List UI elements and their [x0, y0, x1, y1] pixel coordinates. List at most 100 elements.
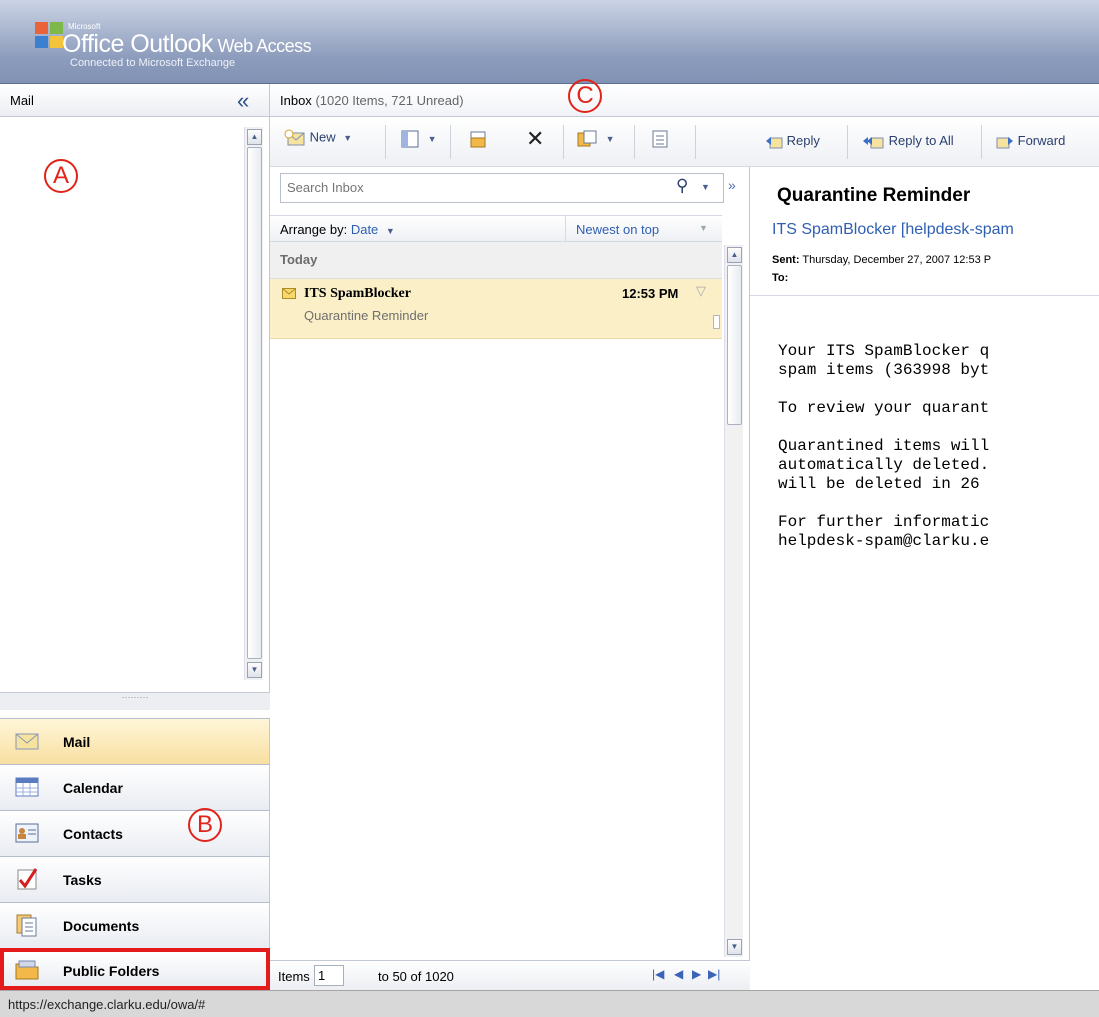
scroll-down-icon[interactable]: ▼ [247, 662, 262, 678]
reply-all-button[interactable]: Reply to All [863, 133, 954, 149]
scroll-down-icon[interactable]: ▼ [727, 939, 742, 955]
app-subtitle: Connected to Microsoft Exchange [70, 57, 236, 69]
folder-pane-header: Mail « [0, 84, 270, 117]
reply-button[interactable]: Reply [765, 133, 820, 149]
app-title-main: Office Outlook [62, 30, 213, 58]
sort-dropdown-icon[interactable]: ▼ [699, 223, 708, 233]
reply-all-label: Reply to All [888, 133, 954, 148]
message-list-scrollbar[interactable]: ▲ ▼ [724, 245, 743, 957]
sent-value: Thursday, December 27, 2007 12:53 P [802, 254, 992, 266]
arrange-dropdown-icon[interactable]: ▼ [386, 226, 395, 236]
header-divider [750, 295, 1099, 296]
scroll-thumb[interactable] [247, 147, 262, 659]
reading-sender[interactable]: ITS SpamBlocker [helpdesk-spam [772, 221, 1014, 239]
next-page-icon[interactable]: ▶ [692, 967, 701, 981]
reading-pane-layout-button[interactable]: ▼ [400, 129, 437, 153]
sort-order[interactable]: Newest on top ▼ [565, 216, 722, 241]
list-toolbar: New ▼ ▼ ✕ ▼ [270, 117, 750, 167]
last-page-icon[interactable]: ▶| [708, 967, 720, 981]
arrange-by-value[interactable]: Date [351, 222, 378, 237]
copy-folder-icon [577, 130, 597, 147]
toolbar-separator [385, 125, 386, 159]
flag-icon[interactable]: ▽ [696, 283, 706, 299]
items-label: Items [278, 969, 310, 984]
delete-icon[interactable]: ✕ [526, 126, 544, 151]
arrange-bar: Arrange by: Date ▼ Newest on top ▼ [270, 215, 722, 242]
forward-button[interactable]: Forward [996, 133, 1065, 149]
new-button-label: New [309, 129, 336, 145]
mail-icon [15, 733, 39, 750]
reply-label: Reply [786, 133, 820, 148]
search-options-dropdown-icon[interactable]: ▼ [701, 182, 710, 192]
nav-contacts-button[interactable]: Contacts B [0, 808, 270, 856]
sort-order-label[interactable]: Newest on top [576, 222, 659, 237]
nav-tasks-button[interactable]: Tasks [0, 856, 270, 902]
list-footer: Items to 50 of 1020 |◀ ◀ ▶ ▶| [270, 960, 750, 990]
scroll-up-icon[interactable]: ▲ [247, 129, 262, 145]
nav-contacts-label: Contacts [63, 826, 123, 842]
move-copy-dropdown-icon[interactable]: ▼ [606, 134, 615, 144]
move-copy-button[interactable]: ▼ [576, 129, 615, 153]
nav-calendar-button[interactable]: Calendar [0, 764, 270, 810]
search-input[interactable] [281, 174, 641, 200]
inbox-title-label: Inbox [280, 93, 312, 108]
toolbar-separator [563, 125, 564, 159]
new-dropdown-icon[interactable]: ▼ [343, 133, 352, 143]
app-header: Microsoft Office Outlook Web Access Conn… [0, 0, 1099, 84]
public-folders-icon [15, 960, 39, 980]
tasks-icon [17, 868, 38, 890]
layout-icon [401, 130, 419, 148]
folder-scrollbar[interactable]: ▲ ▼ [244, 127, 263, 680]
move-to-folder-icon [470, 131, 486, 148]
arrange-by[interactable]: Arrange by: Date ▼ [280, 222, 395, 237]
sent-label: Sent: [772, 254, 800, 266]
toolbar-separator [450, 125, 451, 159]
nav-documents-label: Documents [63, 918, 140, 934]
message-row[interactable]: ITS SpamBlocker 12:53 PM ▽ Quarantine Re… [270, 279, 722, 339]
search-icon[interactable]: ⚲ [676, 176, 688, 196]
status-bar: https://exchange.clarku.edu/owa/# [0, 990, 1099, 1017]
toolbar-separator [981, 125, 982, 159]
group-header-today[interactable]: Today [270, 242, 722, 279]
inbox-title: Inbox (1020 Items, 721 Unread) [280, 93, 464, 108]
sent-line: Sent: Thursday, December 27, 2007 12:53 … [772, 254, 991, 266]
categorize-button[interactable] [650, 129, 670, 153]
arrange-by-label: Arrange by: [280, 222, 348, 237]
categorize-icon [652, 130, 668, 148]
status-url: https://exchange.clarku.edu/owa/# [8, 997, 206, 1012]
category-box[interactable] [713, 315, 720, 329]
office-logo-icon [35, 22, 63, 48]
calendar-icon [15, 777, 39, 797]
forward-label: Forward [1017, 133, 1066, 148]
message-subject: Quarantine Reminder [304, 308, 429, 323]
toolbar-separator [695, 125, 696, 159]
app-title-web: Web Access [212, 36, 312, 56]
reply-icon [766, 136, 783, 149]
toolbar-separator [634, 125, 635, 159]
pane-splitter[interactable]: ········· [0, 692, 270, 710]
new-button[interactable]: New ▼ [284, 129, 352, 153]
documents-icon [16, 914, 37, 937]
move-to-folder-button[interactable] [468, 129, 488, 153]
nav-public-folders-button[interactable]: Public Folders [0, 948, 270, 990]
scroll-up-icon[interactable]: ▲ [727, 247, 742, 263]
first-page-icon[interactable]: |◀ [652, 967, 664, 981]
nav-tasks-label: Tasks [63, 872, 102, 888]
inbox-header: Inbox (1020 Items, 721 Unread) [270, 84, 1099, 117]
folder-pane: A ▲ ▼ [0, 117, 270, 692]
scroll-thumb[interactable] [727, 265, 742, 425]
layout-dropdown-icon[interactable]: ▼ [428, 134, 437, 144]
app-title: Office Outlook Web Access [62, 30, 312, 59]
items-page-input[interactable] [314, 965, 344, 986]
nav-mail-button[interactable]: Mail [0, 718, 270, 764]
previous-page-icon[interactable]: ◀ [674, 967, 683, 981]
nav-public-folders-label: Public Folders [63, 963, 160, 979]
inbox-item-count: (1020 Items, 721 Unread) [315, 93, 464, 108]
nav-documents-button[interactable]: Documents [0, 902, 270, 948]
expand-search-icon[interactable]: » [728, 177, 736, 193]
message-time: 12:53 PM [622, 286, 679, 301]
reading-toolbar: Reply Reply to All Forward [750, 117, 1099, 167]
collapse-pane-icon[interactable]: « [237, 88, 249, 114]
message-body: Your ITS SpamBlocker q spam items (36399… [778, 342, 990, 550]
contacts-icon [15, 823, 39, 843]
